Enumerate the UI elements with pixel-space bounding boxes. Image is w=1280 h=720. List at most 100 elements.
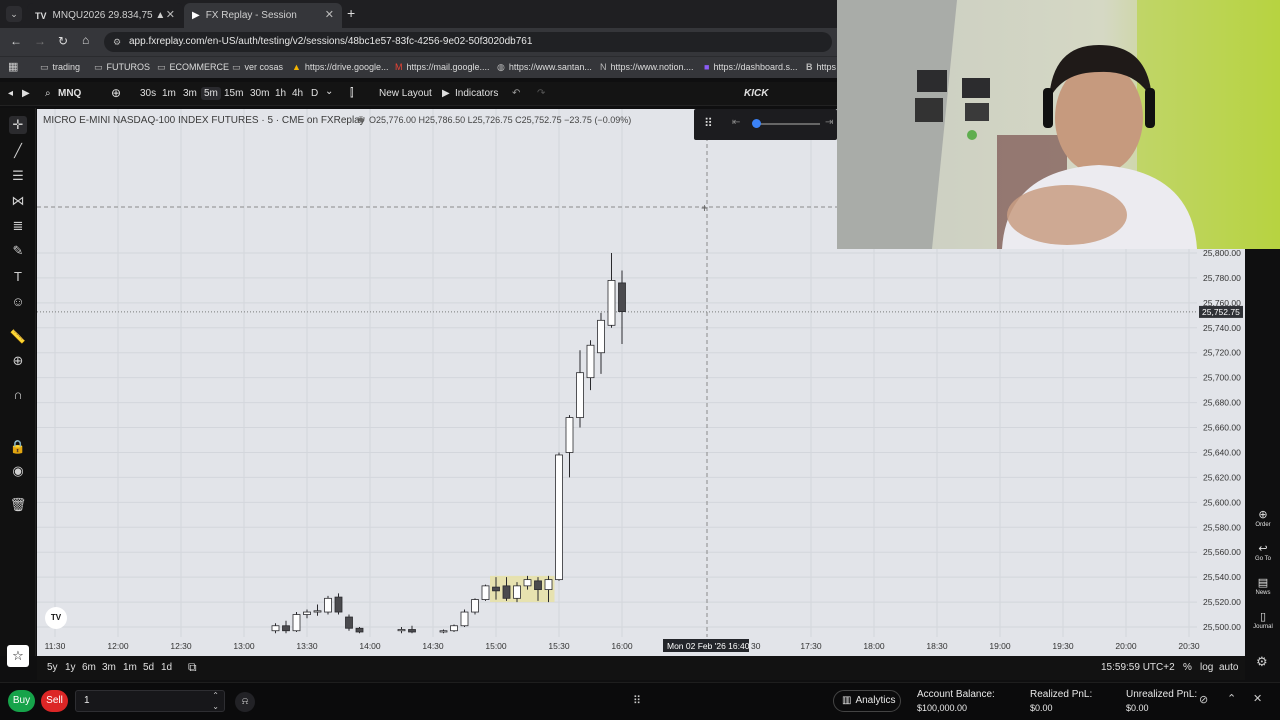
favorites-star-icon[interactable]: ☆ (7, 645, 29, 667)
close-tab-icon[interactable]: ✕ (325, 8, 334, 21)
expand-chevron-up-icon[interactable]: ⌃ (1227, 692, 1236, 705)
bookmark-drive[interactable]: ▲ https://drive.google... (292, 62, 388, 72)
timeframe-30s[interactable]: 30s (140, 88, 156, 99)
search-icon[interactable]: ⌕ (45, 88, 51, 99)
magnet-tool-icon[interactable]: ∩ (9, 386, 27, 404)
step-back-icon[interactable]: ⇤ (732, 117, 740, 128)
sell-button[interactable]: Sell (41, 690, 68, 712)
settings-gear-icon[interactable]: ⚙ (1256, 654, 1268, 670)
pitchfork-tool-icon[interactable]: ⋈ (9, 192, 27, 210)
percent-scale-toggle[interactable]: % (1183, 662, 1192, 673)
trend-line-tool-icon[interactable]: ╱ (9, 142, 27, 160)
lock-tool-icon[interactable]: 🔒 (9, 438, 27, 456)
brush-tool-icon[interactable]: ✎ (9, 242, 27, 260)
brand-label: KICK (744, 88, 769, 99)
quantity-stepper[interactable]: 1 ⌃ ⌄ (75, 690, 225, 712)
visibility-tool-icon[interactable]: ◉ (9, 462, 27, 480)
crosshair-tool-icon[interactable]: ✛ (9, 116, 27, 134)
more-options-icon[interactable]: ⠿ (633, 694, 641, 707)
timeframe-5m[interactable]: 5m (201, 87, 221, 100)
bookmark-ecommerce[interactable]: ▭ ECOMMERCE (157, 62, 229, 73)
bookmark-santander[interactable]: ◍ https://www.santan... (497, 62, 592, 73)
bookmark-dashboard[interactable]: ■ https://dashboard.s... (704, 62, 798, 72)
new-layout-button[interactable]: New Layout (379, 88, 432, 99)
bookmark-futuros[interactable]: ▭ FUTUROS (94, 62, 150, 73)
browser-tab-fxreplay[interactable]: ▶ FX Replay - Session ✕ (184, 3, 342, 28)
replay-slider-thumb[interactable] (752, 119, 761, 128)
text-tool-icon[interactable]: T (9, 268, 27, 286)
new-tab-button[interactable]: + (347, 5, 355, 21)
tab-search-chevron-icon[interactable]: ⌄ (6, 6, 22, 22)
horizontal-lines-tool-icon[interactable]: ☰ (9, 167, 27, 185)
timeframe-1m[interactable]: 1m (162, 88, 176, 99)
candle-body (481, 585, 490, 600)
replay-slider[interactable] (754, 123, 820, 125)
forward-arrow-icon[interactable]: → (34, 34, 46, 48)
reload-icon[interactable]: ↻ (58, 34, 68, 48)
hide-eye-icon[interactable]: ⊘ (1199, 693, 1208, 706)
close-tab-icon[interactable]: ✕ (166, 8, 175, 21)
timeframe-3m[interactable]: 3m (183, 88, 197, 99)
trash-tool-icon[interactable]: 🗑 (9, 496, 27, 514)
back-arrow-icon[interactable]: ← (10, 34, 22, 48)
home-icon[interactable]: ⌂ (82, 33, 89, 47)
timeframe-1h[interactable]: 1h (275, 88, 286, 99)
timeframe-15m[interactable]: 15m (224, 88, 243, 99)
site-info-icon[interactable]: ⚙ (113, 32, 121, 52)
range-1y[interactable]: 1y (65, 662, 76, 673)
log-scale-toggle[interactable]: log (1200, 662, 1213, 673)
bookmark-notion[interactable]: Nhttps://www.notion.... (600, 62, 694, 72)
range-5d[interactable]: 5d (143, 662, 154, 673)
range-1d[interactable]: 1d (161, 662, 172, 673)
decrement-icon[interactable]: ⌄ (212, 697, 219, 717)
emoji-tool-icon[interactable]: ☺ (9, 293, 27, 311)
range-5y[interactable]: 5y (47, 662, 58, 673)
undo-icon[interactable]: ↶ (512, 88, 520, 99)
bookmark-trading[interactable]: ▭ trading (40, 62, 80, 73)
symbol-search[interactable]: MNQ (58, 88, 81, 99)
folder-icon: ▭ (157, 62, 166, 72)
ruler-tool-icon[interactable]: 📏 (9, 328, 27, 346)
news-button[interactable]: ▤ News (1246, 576, 1280, 596)
auto-scale-toggle[interactable]: auto (1219, 662, 1238, 673)
bookmark-b[interactable]: Bhttps (806, 62, 836, 72)
drag-handle-icon[interactable]: ⠿ (704, 116, 713, 130)
indicators-button[interactable]: Indicators (455, 88, 498, 99)
timeframe-dropdown-chevron-icon[interactable]: ⌄ (325, 86, 333, 97)
add-symbol-icon[interactable]: ⊕ (111, 86, 121, 100)
range-1m[interactable]: 1m (123, 662, 137, 673)
bookmark-ver-cosas[interactable]: ▭ ver cosas (232, 62, 283, 73)
candle-body (544, 579, 553, 591)
time-tick-label: 14:00 (359, 641, 381, 651)
indicators-icon[interactable]: ▶ (442, 88, 450, 99)
range-6m[interactable]: 6m (82, 662, 96, 673)
date-range-calendar-icon[interactable]: ⧉ (188, 660, 197, 675)
candle-body (439, 630, 448, 633)
fib-tool-icon[interactable]: ≣ (9, 217, 27, 235)
tab-label: MNQU2026 29.834,75 ▲ +1.18 (52, 10, 165, 21)
journal-button[interactable]: ▯ Journal (1246, 610, 1280, 630)
alert-bell-icon[interactable]: ⍾ (235, 692, 255, 712)
candle-type-icon[interactable]: ⫿ (350, 87, 354, 100)
redo-icon[interactable]: ↷ (537, 88, 545, 99)
timeframe-30m[interactable]: 30m (250, 88, 269, 99)
goto-button[interactable]: ↩ Go To (1246, 542, 1280, 562)
zoom-in-tool-icon[interactable]: ⊕ (9, 352, 27, 370)
time-tick-label: 20:00 (1115, 641, 1137, 651)
timeframe-d[interactable]: D (311, 88, 318, 99)
url-field[interactable]: ⚙ app.fxreplay.com/en-US/auth/testing/v2… (104, 32, 832, 52)
analytics-button[interactable]: ▥ Analytics (833, 690, 901, 712)
browser-tab-tradingview[interactable]: TV MNQU2026 29.834,75 ▲ +1.18 ✕ (27, 3, 183, 28)
close-panel-icon[interactable]: ✕ (1253, 692, 1262, 705)
collapse-panel-icon[interactable]: ◂ (8, 88, 13, 99)
time-tick-label: 16:00 (611, 641, 633, 651)
timeframe-4h[interactable]: 4h (292, 88, 303, 99)
bookmark-gmail[interactable]: Mhttps://mail.google.... (395, 62, 490, 72)
order-button[interactable]: ⊕ Order (1246, 508, 1280, 528)
eye-icon[interactable]: ◉ (357, 114, 365, 125)
replay-icon[interactable]: ▶ (22, 88, 30, 99)
apps-grid-icon[interactable]: ▦ (8, 60, 18, 73)
range-3m[interactable]: 3m (102, 662, 116, 673)
step-forward-icon[interactable]: ⇥ (825, 117, 833, 128)
buy-button[interactable]: Buy (8, 690, 35, 712)
